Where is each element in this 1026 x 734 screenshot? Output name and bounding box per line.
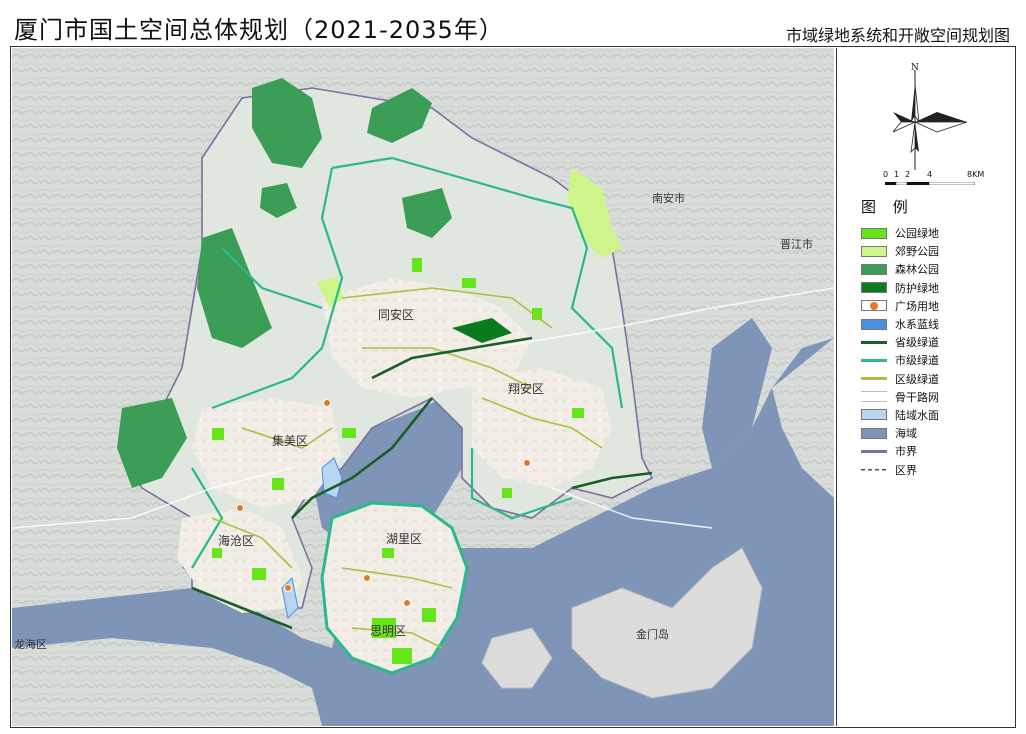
legend-swatch xyxy=(861,464,887,476)
scale-label: 0 xyxy=(883,170,889,179)
district-label-siming: 思明区 xyxy=(370,624,407,638)
place-label-longhai: 龙海区 xyxy=(14,638,47,651)
legend-swatch xyxy=(861,336,887,348)
legend-label: 省级绿道 xyxy=(895,336,939,350)
legend-label: 水系蓝线 xyxy=(895,318,939,332)
legend-swatch xyxy=(861,409,887,421)
legend-label: 公园绿地 xyxy=(895,227,939,241)
legend-item: 水系蓝线 xyxy=(861,315,939,333)
legend-item: 防护绿地 xyxy=(861,279,939,297)
legend-label: 海域 xyxy=(895,427,917,441)
district-label-tongan: 同安区 xyxy=(378,308,415,322)
legend-item: 市界 xyxy=(861,442,939,460)
legend-label: 市界 xyxy=(895,445,917,459)
legend-label: 防护绿地 xyxy=(895,281,939,295)
legend-swatch xyxy=(861,373,887,385)
map-title: 厦门市国土空间总体规划（2021-2035年） xyxy=(14,16,504,44)
legend-item: 骨干路网 xyxy=(861,388,939,406)
legend-item: 省级绿道 xyxy=(861,333,939,351)
legend-item: 海域 xyxy=(861,424,939,442)
legend-swatch xyxy=(861,318,887,330)
place-label-nanan: 南安市 xyxy=(652,192,685,205)
legend-label: 陆域水面 xyxy=(895,408,939,422)
legend-item: 郊野公园 xyxy=(861,242,939,260)
legend-swatch xyxy=(861,245,887,257)
north-label: N xyxy=(911,63,919,73)
district-label-jimei: 集美区 xyxy=(272,434,309,448)
district-label-huli: 湖里区 xyxy=(386,532,423,546)
legend-item: 区级绿道 xyxy=(861,370,939,388)
legend-item: 森林公园 xyxy=(861,260,939,278)
legend-label: 区级绿道 xyxy=(895,372,939,386)
north-arrow-icon: N xyxy=(892,63,968,170)
legend-swatch xyxy=(861,227,887,239)
legend-swatch xyxy=(861,427,887,439)
map-subtitle: 市域绿地系统和开敞空间规划图 xyxy=(785,26,1010,45)
scale-label: 4 xyxy=(927,170,933,179)
legend-label: 区界 xyxy=(895,463,917,477)
legend-swatch xyxy=(861,282,887,294)
legend-label: 广场用地 xyxy=(895,299,939,313)
legend-swatch xyxy=(861,445,887,457)
scale-bar xyxy=(885,182,975,185)
scale-label: 1 xyxy=(894,170,900,179)
legend-list: 公园绿地郊野公园森林公园防护绿地广场用地水系蓝线省级绿道市级绿道区级绿道骨干路网… xyxy=(861,224,939,479)
legend-item: 公园绿地 xyxy=(861,224,939,242)
legend-swatch xyxy=(861,354,887,366)
legend-swatch xyxy=(861,263,887,275)
legend-swatch xyxy=(861,391,887,403)
legend-label: 森林公园 xyxy=(895,263,939,277)
legend-label: 骨干路网 xyxy=(895,390,939,404)
legend-title: 图 例 xyxy=(861,198,914,216)
legend-item: 市级绿道 xyxy=(861,351,939,369)
place-label-jinjiang: 晋江市 xyxy=(780,238,813,251)
legend-item: 陆域水面 xyxy=(861,406,939,424)
legend-swatch xyxy=(861,300,887,312)
scale-label: 8KM xyxy=(967,170,985,179)
legend-item: 区界 xyxy=(861,460,939,478)
district-label-xiangan: 翔安区 xyxy=(508,382,545,396)
district-label-haicang: 海沧区 xyxy=(218,534,255,548)
legend-panel: N 0 1 2 4 8KM 图 例 公园绿地郊野公园森林公园防护绿地广场用地水系… xyxy=(836,48,1014,726)
map-canvas[interactable]: 同安区 翔安区 集美区 海沧区 湖里区 思明区 金门岛 龙海区 南安市 晋江市 xyxy=(12,48,834,726)
legend-label: 郊野公园 xyxy=(895,245,939,259)
scale-label: 2 xyxy=(905,170,911,179)
legend-item: 广场用地 xyxy=(861,297,939,315)
legend-label: 市级绿道 xyxy=(895,354,939,368)
map-svg xyxy=(12,48,834,726)
place-label-kinmen: 金门岛 xyxy=(636,628,669,641)
